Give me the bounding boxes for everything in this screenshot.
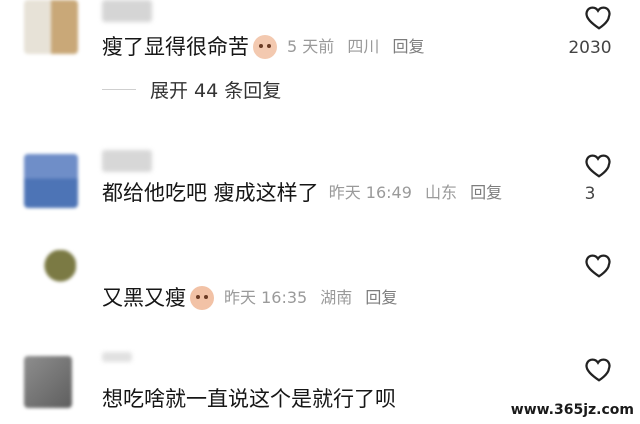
heart-icon[interactable]: [584, 2, 614, 32]
username-blurred[interactable]: [102, 0, 152, 22]
reply-button[interactable]: 回复: [392, 37, 424, 56]
comment-time: 5 天前: [287, 37, 335, 56]
avatar[interactable]: [24, 154, 78, 208]
username-blurred[interactable]: [102, 150, 152, 172]
comment-meta: 5 天前 四川 回复: [287, 32, 433, 62]
avatar[interactable]: [24, 0, 78, 54]
comment-body: 都给他吃吧 瘦成这样了 昨天 16:49 山东 回复: [102, 178, 510, 208]
avatar[interactable]: [24, 250, 76, 302]
comment-meta: 昨天 16:49 山东 回复: [329, 178, 510, 208]
reply-button[interactable]: 回复: [470, 183, 502, 202]
comment-location: 四川: [347, 37, 380, 56]
comment-time: 昨天 16:49: [328, 183, 412, 202]
comment-body: 又黑又瘦 昨天 16:35 湖南 回复: [102, 283, 405, 313]
expand-replies-label[interactable]: 展开 44 条回复: [150, 76, 281, 103]
crying-face-emoji: [190, 286, 214, 310]
expand-replies[interactable]: 展开 44 条回复: [102, 76, 281, 103]
comment-item: 又黑又瘦 昨天 16:35 湖南 回复: [0, 250, 640, 320]
comment-body: 瘦了显得很命苦 5 天前 四川 回复: [102, 32, 433, 62]
comment-meta: 昨天 16:35 湖南 回复: [224, 283, 405, 313]
watermark: www.365jz.com: [510, 402, 634, 418]
like-count: 2030: [568, 38, 612, 58]
comment-text: 想吃啥就一直说这个是就行了呗: [102, 387, 396, 411]
comment-text: 瘦了显得很命苦: [102, 35, 249, 59]
comment-location: 湖南: [320, 288, 353, 307]
heart-icon[interactable]: [584, 250, 614, 280]
reply-button[interactable]: 回复: [365, 288, 397, 307]
avatar[interactable]: [24, 356, 72, 408]
comment-body: 想吃啥就一直说这个是就行了呗: [102, 384, 396, 414]
smile-face-emoji: [253, 35, 277, 59]
comment-time: 昨天 16:35: [224, 288, 308, 307]
heart-icon[interactable]: [584, 150, 614, 180]
username-blurred[interactable]: [102, 352, 132, 362]
divider: [102, 89, 136, 90]
comment-text: 又黑又瘦: [102, 286, 186, 310]
comment-item: 都给他吃吧 瘦成这样了 昨天 16:49 山东 回复 3: [0, 150, 640, 240]
like-count: 3: [584, 184, 596, 204]
heart-icon[interactable]: [584, 354, 614, 384]
comment-item: 瘦了显得很命苦 5 天前 四川 回复 2030 展开 44 条回复: [0, 0, 640, 120]
comment-location: 山东: [424, 183, 457, 202]
comment-text: 都给他吃吧 瘦成这样了: [102, 181, 319, 205]
